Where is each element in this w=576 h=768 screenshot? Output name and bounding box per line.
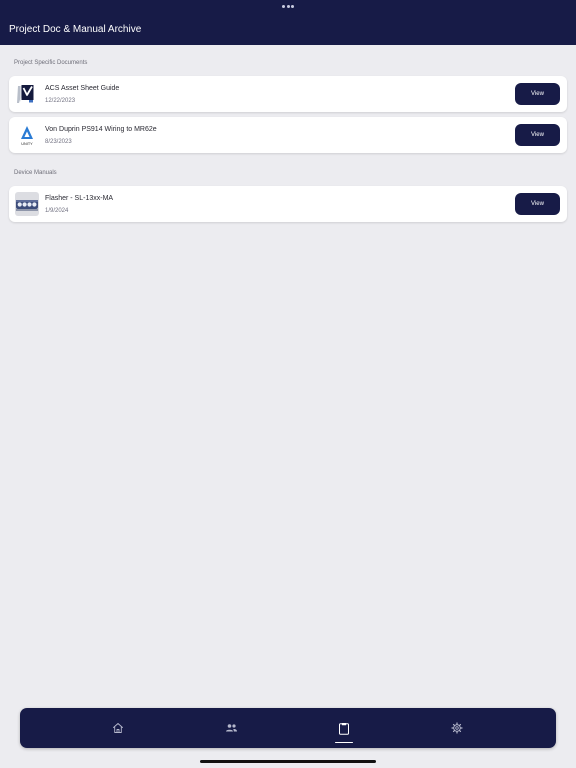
unity-logo-text: UNITY [21,142,33,146]
tab-people[interactable] [201,708,261,748]
app-screen: Project Doc & Manual Archive Project Spe… [0,0,576,768]
manual-date: 1/9/2024 [45,208,69,214]
tab-home[interactable] [88,708,148,748]
tab-documents[interactable] [314,708,374,748]
view-button[interactable]: View [515,124,560,146]
document-date: 8/23/2023 [45,139,72,145]
multitasking-dots-icon[interactable] [282,5,294,9]
document-title: ACS Asset Sheet Guide [45,85,120,92]
section-label-project-documents: Project Specific Documents [14,60,88,66]
bottom-tab-bar [20,708,556,748]
section-label-device-manuals: Device Manuals [14,170,57,176]
active-tab-indicator [335,741,353,743]
home-indicator-bar[interactable] [200,760,376,763]
document-title: Von Duprin PS914 Wiring to MR62e [45,126,157,133]
document-card-acs-asset-sheet-guide[interactable]: ACS Asset Sheet Guide 12/22/2023 View [9,76,567,112]
manual-card-flasher[interactable]: Flasher - SL-13xx-MA 1/9/2024 View [9,186,567,222]
view-button[interactable]: View [515,193,560,215]
clipboard-icon [339,722,349,735]
flasher-device-icon [15,192,39,216]
tab-settings[interactable] [427,708,487,748]
acs-logo-icon [15,82,39,106]
page-title: Project Doc & Manual Archive [9,24,142,35]
manual-title: Flasher - SL-13xx-MA [45,195,114,202]
document-date: 12/22/2023 [45,98,76,104]
header-bar: Project Doc & Manual Archive [0,0,576,45]
view-button[interactable]: View [515,83,560,105]
people-icon [225,724,237,732]
gear-icon [451,722,463,734]
unity-logo-icon: UNITY [15,123,39,147]
home-icon [113,723,123,733]
document-card-von-duprin-wiring[interactable]: UNITY Von Duprin PS914 Wiring to MR62e 8… [9,117,567,153]
